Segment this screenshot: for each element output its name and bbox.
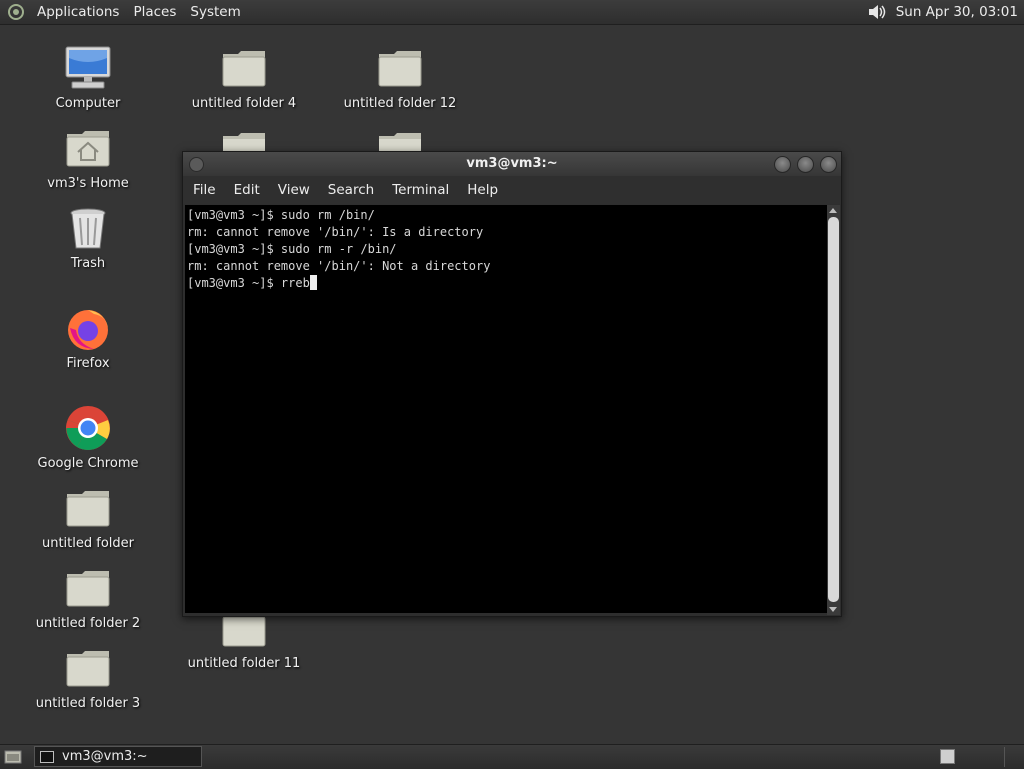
desktop-icon-trash[interactable]: Trash — [28, 204, 148, 272]
home-folder-icon — [66, 131, 110, 167]
close-icon[interactable] — [820, 156, 837, 173]
terminal-line: [vm3@vm3 ~]$ sudo rm /bin/ — [187, 208, 375, 222]
bottom-panel: vm3@vm3:~ — [0, 744, 1024, 769]
chrome-icon — [66, 406, 110, 450]
window-titlebar[interactable]: vm3@vm3:~ — [183, 152, 841, 176]
desktop-icon-untitled-folder-4[interactable]: untitled folder 4 — [184, 44, 304, 112]
maximize-icon[interactable] — [797, 156, 814, 173]
desktop-icon-label: untitled folder 12 — [343, 96, 457, 111]
desktop-icon-label: Computer — [55, 96, 121, 111]
scroll-thumb[interactable] — [828, 217, 839, 602]
desktop-icon-untitled-folder-2[interactable]: untitled folder 2 — [28, 564, 148, 632]
menu-places[interactable]: Places — [126, 0, 183, 24]
desktop-icon-firefox[interactable]: Firefox — [28, 304, 148, 372]
terminal-icon — [40, 750, 54, 763]
terminal-output[interactable]: [vm3@vm3 ~]$ sudo rm /bin/ rm: cannot re… — [185, 205, 827, 613]
terminal-line: rm: cannot remove '/bin/': Is a director… — [187, 225, 484, 239]
trash-icon — [70, 208, 106, 249]
distro-logo-icon[interactable] — [8, 4, 24, 20]
desktop-icon-label: untitled folder 11 — [187, 656, 301, 671]
minimize-icon[interactable] — [774, 156, 791, 173]
desktop-icon-computer[interactable]: Computer — [28, 44, 148, 112]
volume-icon[interactable] — [866, 2, 888, 22]
menu-view[interactable]: View — [269, 176, 319, 204]
panel-separator — [1004, 747, 1005, 767]
terminal-prompt: [vm3@vm3 ~]$ — [187, 276, 281, 290]
folder-icon — [66, 491, 110, 527]
desktop-icon-untitled-folder[interactable]: untitled folder — [28, 484, 148, 552]
desktop-icon-label: Google Chrome — [37, 456, 139, 471]
taskbar-button-label: vm3@vm3:~ — [62, 749, 148, 764]
firefox-icon — [68, 310, 108, 350]
desktop-icon-label: Firefox — [66, 356, 110, 371]
desktop-icon-label: untitled folder — [41, 536, 134, 551]
terminal-scrollbar[interactable] — [827, 205, 840, 615]
window-menu-icon[interactable] — [189, 157, 204, 172]
menu-edit[interactable]: Edit — [225, 176, 269, 204]
menu-help[interactable]: Help — [458, 176, 507, 204]
terminal-menubar: File Edit View Search Terminal Help — [183, 176, 841, 204]
desktop-icon-label: untitled folder 2 — [35, 616, 141, 631]
desktop-icon-untitled-folder-12[interactable]: untitled folder 12 — [340, 44, 460, 112]
desktop-icon-label: untitled folder 3 — [35, 696, 141, 711]
window-title: vm3@vm3:~ — [466, 156, 558, 171]
folder-icon[interactable] — [376, 126, 424, 152]
computer-icon — [65, 46, 111, 89]
folder-icon[interactable] — [220, 126, 268, 152]
workspace-switcher[interactable] — [940, 749, 955, 764]
desktop-icon-home[interactable]: vm3's Home — [28, 124, 148, 192]
menu-applications[interactable]: Applications — [30, 0, 126, 24]
terminal-window[interactable]: vm3@vm3:~ File Edit View Search Terminal… — [182, 151, 842, 617]
show-desktop-icon[interactable] — [4, 749, 22, 765]
menu-search[interactable]: Search — [319, 176, 383, 204]
clock[interactable]: Sun Apr 30, 03:01 — [896, 4, 1024, 20]
folder-icon — [222, 51, 266, 87]
desktop-icon-untitled-folder-3[interactable]: untitled folder 3 — [28, 644, 148, 712]
top-panel: Applications Places System Sun Apr 30, 0… — [0, 0, 1024, 25]
folder-icon — [378, 51, 422, 87]
folder-icon — [66, 571, 110, 607]
taskbar-terminal-button[interactable]: vm3@vm3:~ — [34, 746, 202, 767]
terminal-line: [vm3@vm3 ~]$ sudo rm -r /bin/ — [187, 242, 397, 256]
terminal-current-input[interactable]: rreb — [281, 276, 310, 290]
menu-terminal[interactable]: Terminal — [383, 176, 458, 204]
terminal-line: rm: cannot remove '/bin/': Not a directo… — [187, 259, 491, 273]
desktop-icon-label: untitled folder 4 — [191, 96, 297, 111]
folder-icon — [66, 651, 110, 687]
desktop-icon-label: vm3's Home — [47, 176, 129, 191]
desktop-icon-label: Trash — [70, 256, 106, 271]
desktop-icon-chrome[interactable]: Google Chrome — [28, 404, 148, 472]
menu-file[interactable]: File — [183, 176, 225, 204]
text-cursor — [309, 275, 317, 290]
scroll-down-arrow-icon[interactable] — [829, 607, 837, 612]
menu-system[interactable]: System — [183, 0, 247, 24]
terminal-input-line[interactable]: [vm3@vm3 ~]$ rreb — [187, 275, 827, 292]
scroll-up-arrow-icon[interactable] — [829, 208, 837, 213]
